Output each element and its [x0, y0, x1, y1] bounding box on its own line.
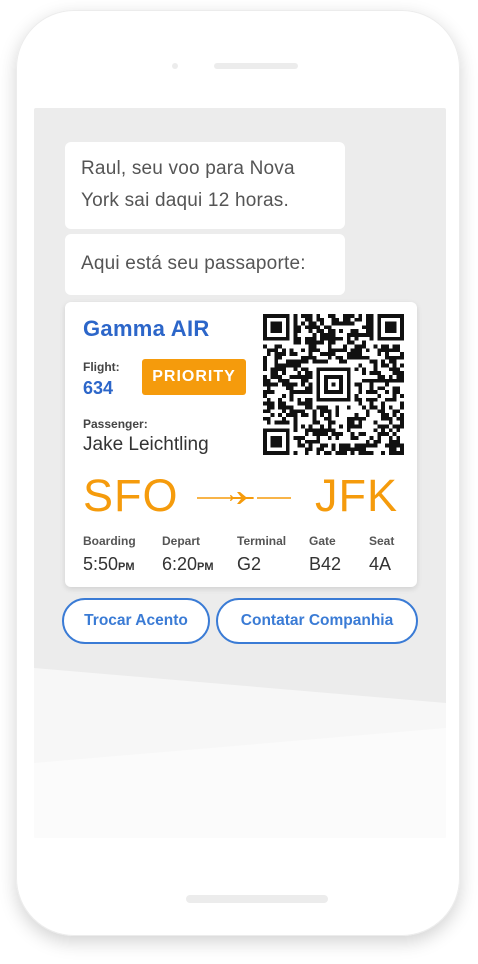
flight-label: Flight: — [83, 360, 120, 374]
boarding-pass-card[interactable]: Gamma AIR Flight: 634 PRIORITY Passenger… — [65, 302, 417, 587]
flight-number: 634 — [83, 378, 114, 398]
qr-code-icon — [263, 314, 404, 455]
chat-message-text: Aqui está seu passaporte: — [81, 253, 306, 274]
destination-code: JFK — [315, 470, 399, 521]
chat-message-bubble: Raul, seu voo para Nova York sai daqui 1… — [65, 142, 345, 229]
chat-screen: Raul, seu voo para Nova York sai daqui 1… — [34, 108, 446, 838]
depart-ampm: PM — [197, 561, 214, 573]
contact-airline-button[interactable]: Contatar Companhia — [216, 598, 418, 644]
gate-value: B42 — [309, 554, 342, 574]
terminal-label: Terminal — [237, 534, 287, 548]
change-seat-button[interactable]: Trocar Acento — [62, 598, 210, 644]
airplane-icon — [197, 492, 291, 504]
home-indicator — [186, 895, 328, 903]
boarding-label: Boarding — [83, 534, 136, 548]
depart-time: 6:20PM — [162, 554, 214, 574]
seat-value: 4A — [369, 554, 392, 574]
seat-label: Seat — [369, 534, 395, 548]
earpiece-speaker — [214, 63, 298, 69]
boarding-ampm: PM — [118, 561, 135, 573]
front-camera — [172, 63, 178, 69]
priority-badge: PRIORITY — [142, 359, 246, 395]
chat-message-text: Raul, seu voo para Nova York sai daqui 1… — [81, 158, 295, 211]
terminal-value: G2 — [237, 554, 262, 574]
gate-label: Gate — [309, 534, 336, 548]
passenger-label: Passenger: — [83, 417, 148, 431]
chat-message-bubble: Aqui está seu passaporte: — [65, 234, 345, 295]
passenger-name: Jake Leichtling — [83, 434, 209, 455]
depart-label: Depart — [162, 534, 201, 548]
origin-code: SFO — [83, 470, 179, 521]
boarding-time: 5:50PM — [83, 554, 135, 574]
airline-logo: Gamma AIR — [83, 316, 210, 341]
